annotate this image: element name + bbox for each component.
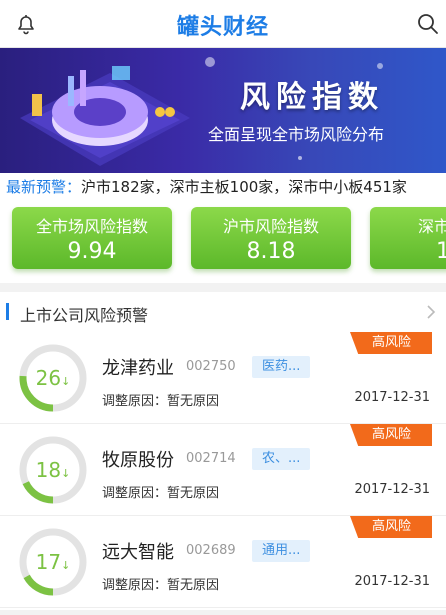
index-card-strip[interactable]: 全市场风险指数 9.94 沪市风险指数 8.18 深市主板 10 xyxy=(0,201,446,283)
company-name[interactable]: 龙津药业 xyxy=(102,354,174,380)
index-card-value: 9.94 xyxy=(67,239,117,264)
report-date: 2017-12-31 xyxy=(354,574,430,589)
banner-title: 风险指数 xyxy=(240,80,384,115)
chevron-right-icon[interactable] xyxy=(426,304,436,320)
section-title: 上市公司风险预警 xyxy=(20,306,149,325)
section-accent-bar xyxy=(6,303,9,320)
banner-subtitle: 全面呈现全市场风险分布 xyxy=(208,125,385,144)
company-risk-section: 上市公司风险预警 26↓ 龙津药业 002750 医药... 调整原因：暂无原因… xyxy=(0,292,446,610)
report-date: 2017-12-31 xyxy=(354,482,430,497)
ticker-text: 沪市182家，深市主板100家，深市中小板451家 xyxy=(81,178,407,196)
index-card-value: 8.18 xyxy=(246,239,296,264)
company-row[interactable]: 18↓ 牧原股份 002714 农、... 调整原因：暂无原因 2017-12-… xyxy=(0,424,446,516)
risk-score: 26↓ xyxy=(35,366,71,390)
risk-badge: 高风险 xyxy=(350,516,432,538)
search-icon[interactable] xyxy=(416,12,440,36)
index-card-value: 10 xyxy=(436,239,446,264)
industry-tag: 通用... xyxy=(252,540,311,562)
adjust-reason: 调整原因：暂无原因 xyxy=(102,394,220,409)
index-card-name: 全市场风险指数 xyxy=(35,217,148,236)
adjust-reason: 调整原因：暂无原因 xyxy=(102,486,220,501)
risk-badge: 高风险 xyxy=(350,424,432,446)
app-title: 罐头财经 xyxy=(176,15,269,40)
company-name[interactable]: 远大智能 xyxy=(102,538,174,564)
risk-index-banner[interactable]: 风险指数 全面呈现全市场风险分布 xyxy=(0,48,446,173)
stock-code: 002714 xyxy=(186,451,236,466)
section-header[interactable]: 上市公司风险预警 xyxy=(0,292,446,332)
warning-ticker[interactable]: 最新预警：沪市182家，深市主板100家，深市中小板451家 xyxy=(0,173,446,201)
adjust-reason: 调整原因：暂无原因 xyxy=(102,578,220,593)
ticker-label: 最新预警： xyxy=(6,178,82,196)
stock-code: 002689 xyxy=(186,543,236,558)
company-name[interactable]: 牧原股份 xyxy=(102,446,174,472)
report-date: 2017-12-31 xyxy=(354,390,430,405)
index-card-sz-main[interactable]: 深市主板 10 xyxy=(370,207,446,269)
app-header: 罐头财经 xyxy=(0,0,446,48)
risk-score: 17↓ xyxy=(35,550,71,574)
company-row[interactable]: 26↓ 龙津药业 002750 医药... 调整原因：暂无原因 2017-12-… xyxy=(0,332,446,424)
industry-tag: 农、... xyxy=(252,448,311,470)
risk-badge: 高风险 xyxy=(350,332,432,354)
risk-score: 18↓ xyxy=(35,458,71,482)
index-card-name: 深市主板 xyxy=(417,217,446,236)
index-card-name: 沪市风险指数 xyxy=(222,217,319,236)
index-card-sh[interactable]: 沪市风险指数 8.18 xyxy=(191,207,351,269)
stock-code: 002750 xyxy=(186,359,236,374)
company-row[interactable]: 17↓ 远大智能 002689 通用... 调整原因：暂无原因 2017-12-… xyxy=(0,516,446,608)
index-card-market[interactable]: 全市场风险指数 9.94 xyxy=(12,207,172,269)
industry-tag: 医药... xyxy=(252,356,311,378)
